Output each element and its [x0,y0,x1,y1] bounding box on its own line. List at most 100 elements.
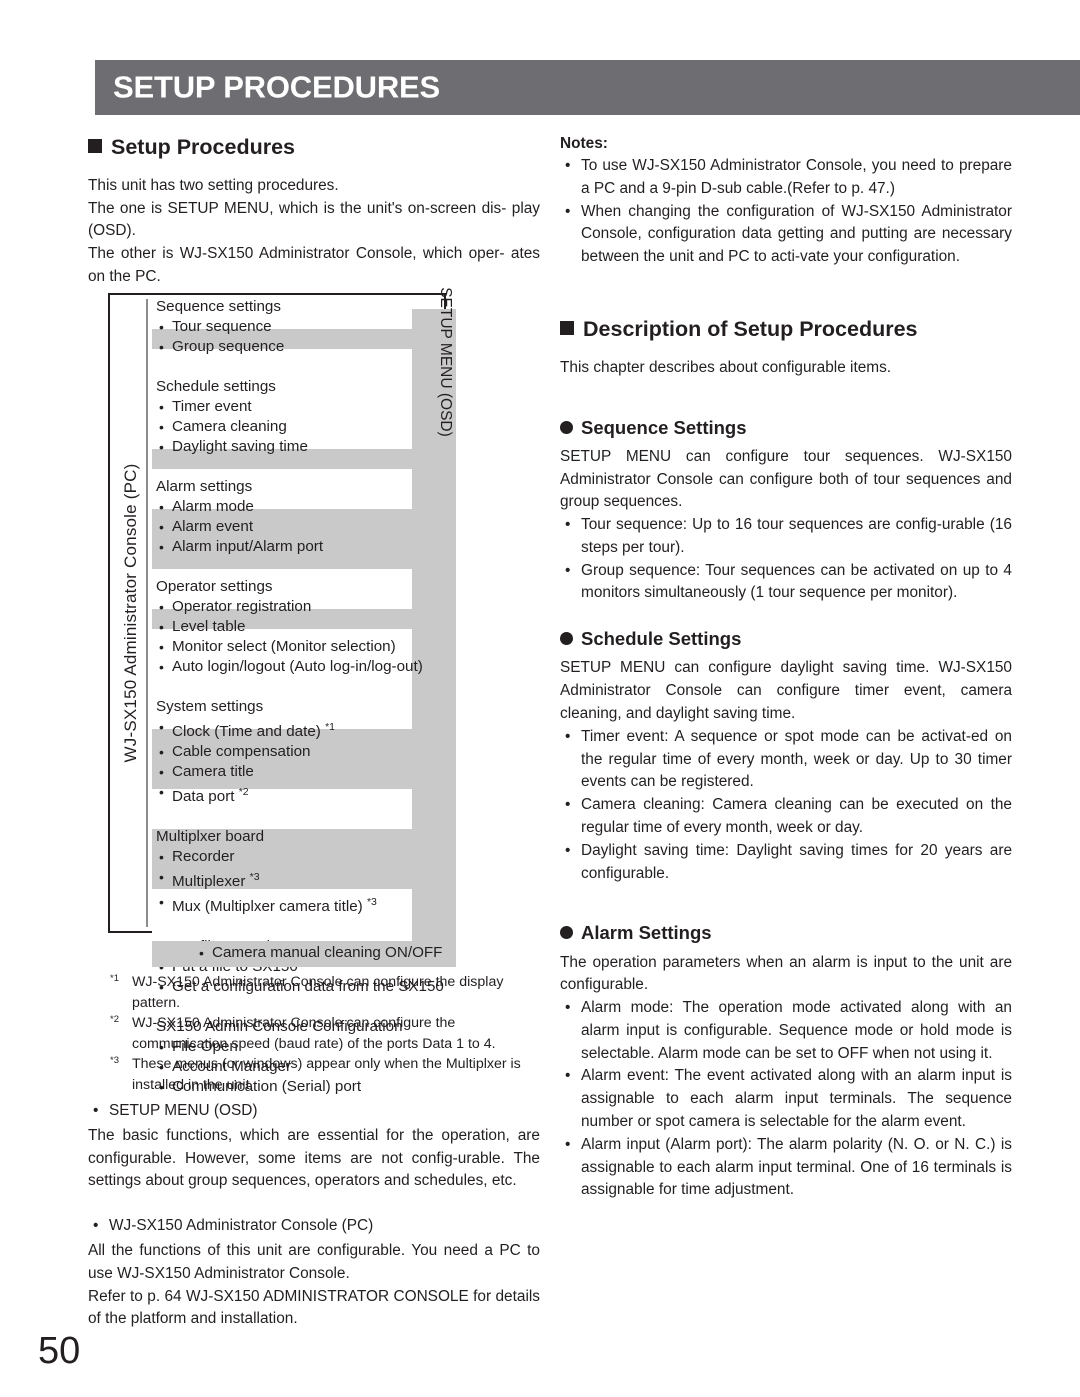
footnote-text: WJ-SX150 Administrator Console can confi… [132,974,504,1011]
diagram-group: Operator settings Operator registration … [156,577,456,677]
right-column: Notes: To use WJ-SX150 Administrator Con… [560,135,1012,1202]
intro-paragraph-3: The other is WJ-SX150 Administrator Cons… [88,245,540,285]
diagram-spacer [156,677,456,697]
admin-console-reference-paragraph: Refer to p. 64 WJ-SX150 ADMINISTRATOR CO… [88,1287,540,1328]
diagram-spacer [156,807,456,827]
diagram-item: Cable compensation [156,742,456,762]
footnote-marker: *2 [110,1014,119,1026]
footnote-marker: *3 [110,1055,119,1067]
section-heading-label: Setup Procedures [111,135,295,159]
section-heading-label: Description of Setup Procedures [583,316,918,341]
diagram-item: Operator registration [156,597,456,617]
page-header-title: SETUP PROCEDURES [113,68,440,104]
osd-description-paragraph: The basic functions, which are essential… [88,1126,540,1190]
diagram-item: Group sequence [156,337,456,357]
list-item: Alarm input (Alarm port): The alarm pola… [560,1134,1012,1202]
admin-console-scope-divider [146,299,148,927]
admin-console-scope-label: WJ-SX150 Administrator Console (PC) [121,463,140,763]
diagram-spacer [156,457,456,477]
subsection-heading-sequence-settings: Sequence Settings [560,416,1012,439]
diagram-item: Alarm event [156,517,456,537]
diagram-item: Clock (Time and date) *1 [156,717,456,742]
diagram-item: Recorder [156,847,456,867]
diagram-group: System settings Clock (Time and date) *1… [156,697,456,807]
square-bullet-icon [88,139,102,153]
alarm-settings-intro: The operation parameters when an alarm i… [560,953,1012,994]
diagram-item: Multiplexer *3 [156,867,456,892]
diagram-group-title: Schedule settings [156,378,276,395]
diagram-item: Timer event [156,397,456,417]
diagram-item: Tour sequence [156,317,456,337]
notes-label: Notes: [560,135,608,152]
diagram-group: Schedule settings Timer event Camera cle… [156,377,456,457]
list-item: Alarm event: The event activated along w… [560,1065,1012,1133]
diagram-spacer [156,917,456,937]
list-item: Camera cleaning: Camera cleaning can be … [560,794,1012,840]
diagram-item: Camera title [156,762,456,782]
diagram-group: Alarm settings Alarm mode Alarm event Al… [156,477,456,557]
page-header-banner: SETUP PROCEDURES [95,60,1080,115]
admin-console-subheading: WJ-SX150 Administrator Console (PC) [88,1215,540,1238]
footnote-2: *2 WJ-SX150 Administrator Console can co… [110,1013,550,1054]
subsection-heading-label: Schedule Settings [581,628,742,650]
page-number: 50 [38,1330,81,1372]
notes-list: To use WJ-SX150 Administrator Console, y… [560,155,1012,269]
square-bullet-icon [560,320,574,335]
diagram-spacer [156,357,456,377]
diagram-group: Multiplxer board Recorder Multiplexer *3… [156,827,456,917]
round-bullet-icon [560,632,573,646]
diagram-group: Sequence settings Tour sequence Group se… [156,297,456,357]
list-item: Timer event: A sequence or spot mode can… [560,726,1012,794]
section-heading-setup-procedures: Setup Procedures [88,135,540,161]
diagram-item: Level table [156,617,456,637]
subsection-heading-label: Sequence Settings [581,416,747,438]
subsection-heading-schedule-settings: Schedule Settings [560,627,1012,650]
diagram-group-title: Sequence settings [156,298,281,315]
diagram-item: Alarm input/Alarm port [156,537,456,557]
lower-left-block: SETUP MENU (OSD) The basic functions, wh… [88,1100,540,1331]
diagram-group-title: System settings [156,698,264,715]
schedule-settings-list: Timer event: A sequence or spot mode can… [560,726,1012,886]
diagram-spacer [156,557,456,577]
osd-subheading: SETUP MENU (OSD) [88,1100,540,1123]
subsection-heading-alarm-settings: Alarm Settings [560,921,1012,944]
list-item: Group sequence: Tour sequences can be ac… [560,560,1012,606]
footnote-text: WJ-SX150 Administrator Console can confi… [132,1015,496,1052]
description-intro: This chapter describes about configurabl… [560,358,892,376]
sequence-settings-intro: SETUP MENU can configure tour sequences.… [560,447,1012,511]
alarm-settings-list: Alarm mode: The operation mode activated… [560,997,1012,1202]
section-heading-description: Description of Setup Procedures [560,317,1012,343]
diagram-item: Auto login/logout (Auto log-in/log-out) [156,657,456,677]
diagram-item: Camera cleaning [156,417,456,437]
note-item: When changing the configuration of WJ-SX… [560,201,1012,269]
footnote-marker: *1 [110,973,119,984]
diagram-item: Alarm mode [156,497,456,517]
intro-paragraph-1: This unit has two setting procedures. [88,176,339,194]
diagram-group-title: Operator settings [156,578,273,595]
diagram-item: Mux (Multiplxer camera title) *3 [156,892,456,917]
list-item: Tour sequence: Up to 16 tour sequences a… [560,514,1012,560]
sequence-settings-list: Tour sequence: Up to 16 tour sequences a… [560,514,1012,605]
intro-paragraph-2: The one is SETUP MENU, which is the unit… [88,199,540,240]
subsection-heading-label: Alarm Settings [581,922,712,944]
schedule-settings-intro: SETUP MENU can configure daylight saving… [560,659,1012,722]
footnote-3: *3 These menus (or windows) appear only … [110,1054,550,1095]
round-bullet-icon [560,420,573,434]
footnote-text: These menus (or windows) appear only whe… [132,1056,521,1093]
admin-console-description-paragraph: All the functions of this unit are confi… [88,1241,540,1282]
note-item: To use WJ-SX150 Administrator Console, y… [560,155,1012,201]
footnote-1: *1 WJ-SX150 Administrator Console can co… [110,972,550,1013]
diagram-item: Daylight saving time [156,437,456,457]
footnotes-block: *1 WJ-SX150 Administrator Console can co… [110,972,550,1096]
diagram-item-camera-manual-cleaning: Camera manual cleaning ON/OFF [196,943,442,963]
diagram-group-title: Alarm settings [156,478,253,495]
round-bullet-icon [560,926,573,940]
setup-scope-diagram: WJ-SX150 Administrator Console (PC) SETU… [108,287,456,1097]
left-column: Setup Procedures This unit has two setti… [88,135,540,289]
diagram-group-title: Multiplxer board [156,828,265,846]
